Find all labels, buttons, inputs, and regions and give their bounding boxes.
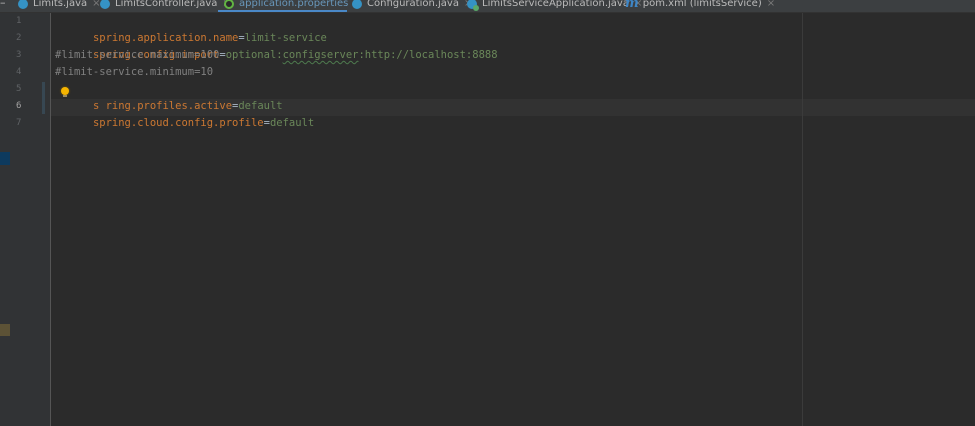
code-line-2[interactable]: spring.config.import=optional:configserv…	[55, 30, 498, 61]
tool-window-marker[interactable]	[0, 324, 10, 336]
line-number-gutter[interactable]: 1 2 3 4 5 6 7	[10, 13, 51, 426]
line-number: 1	[16, 16, 22, 26]
code-line-4[interactable]: #limit-service.minimum=10	[55, 64, 213, 81]
java-class-icon	[18, 0, 28, 9]
code-editor[interactable]: spring.application.name=limit-service sp…	[51, 13, 975, 426]
tab-label: pom.xml (limitsService)	[642, 0, 762, 9]
property-value: optional:	[225, 49, 283, 61]
tab-scroll-left-icon[interactable]: –	[0, 0, 8, 12]
tab-label: LimitsServiceApplication.java	[482, 0, 629, 9]
tab-limits-service-application-java[interactable]: LimitsServiceApplication.java ×	[467, 0, 642, 12]
tab-pom-xml[interactable]: m pom.xml (limitsService) ×	[625, 0, 775, 12]
spring-boot-app-icon	[467, 0, 479, 11]
tab-label: Limits.java	[33, 0, 88, 9]
tab-label: application.properties	[239, 0, 349, 9]
java-class-icon	[100, 0, 110, 9]
property-key: spring.cloud.config.profile	[92, 117, 264, 129]
line-number: 2	[16, 33, 22, 43]
tab-limits-controller-java[interactable]: LimitsController.java ×	[100, 0, 231, 12]
spellcheck-warning[interactable]: configserver	[283, 49, 359, 61]
tab-configuration-java[interactable]: Configuration.java ×	[352, 0, 472, 12]
code-line-3[interactable]: #limit-service.maximum=100	[55, 47, 219, 64]
maven-icon: m	[625, 0, 639, 11]
line-number: 7	[16, 118, 22, 128]
tab-label: LimitsController.java	[115, 0, 218, 9]
tab-label: Configuration.java	[367, 0, 459, 9]
active-tab-indicator	[218, 10, 347, 12]
left-tool-strip	[0, 13, 10, 426]
properties-file-icon	[224, 0, 234, 9]
ide-window: – Limits.java × LimitsController.java × …	[0, 0, 975, 426]
line-number: 3	[16, 50, 22, 60]
line-number: 4	[16, 67, 22, 77]
lightbulb-icon[interactable]	[61, 87, 69, 97]
code-line-6[interactable]: spring.cloud.config.profile=default	[55, 98, 314, 129]
property-value: :http://localhost:8888	[358, 49, 498, 61]
tab-limits-java[interactable]: Limits.java ×	[18, 0, 101, 12]
code-line-1[interactable]: spring.application.name=limit-service	[55, 13, 327, 44]
property-value: default	[269, 117, 315, 129]
vcs-change-marker[interactable]	[42, 82, 45, 114]
java-class-icon	[352, 0, 362, 9]
line-number: 5	[16, 84, 22, 94]
tool-window-marker[interactable]	[0, 152, 10, 165]
code-line-5[interactable]: spring.profiles.active=default	[55, 81, 283, 112]
right-margin-guide	[802, 13, 803, 426]
editor-tab-bar: – Limits.java × LimitsController.java × …	[0, 0, 975, 13]
line-number-current: 6	[16, 101, 22, 111]
close-icon[interactable]: ×	[767, 0, 775, 9]
